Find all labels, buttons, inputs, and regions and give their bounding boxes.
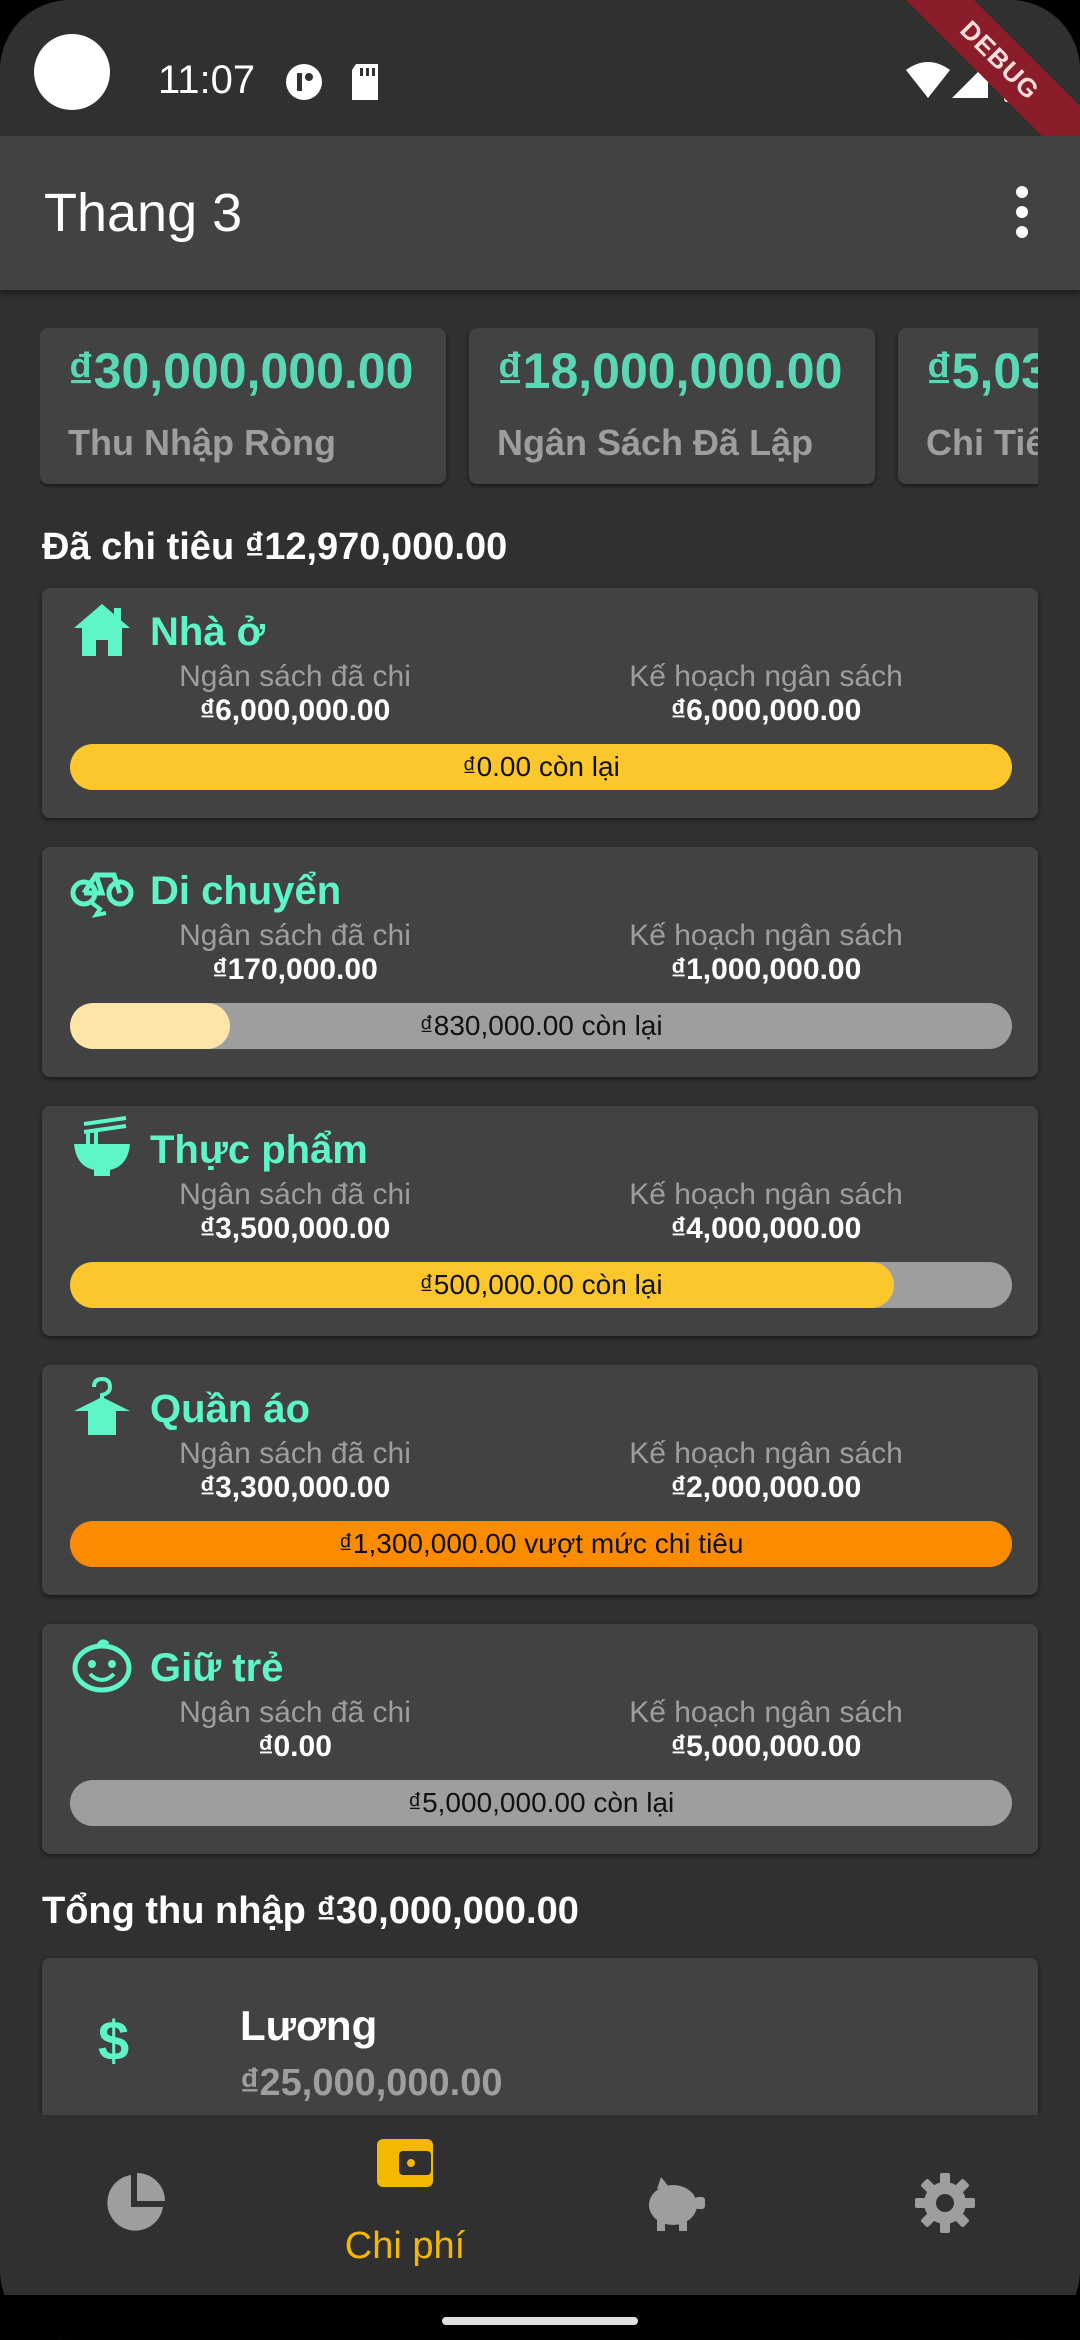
income-amount: ₫25,000,000.00: [240, 2062, 503, 2104]
bottom-navigation: Chi phí: [0, 2115, 1080, 2295]
phone-screen: 11:07 DEBUG Thang 3 ₫30,000,000.00 Thu N…: [0, 0, 1080, 2340]
status-time: 11:07: [158, 58, 256, 102]
category-name: Di chuyển: [150, 869, 342, 913]
nav-expenses[interactable]: Chi phí: [270, 2115, 540, 2295]
gesture-bar: [0, 2295, 1080, 2340]
wallet-icon: [377, 2139, 433, 2187]
main-scroll-content[interactable]: ₫30,000,000.00 Thu Nhập Ròng ₫18,000,000…: [0, 290, 1080, 2115]
category-card-transport[interactable]: Di chuyển Ngân sách đã chi ₫170,000.00 K…: [42, 847, 1038, 1077]
summary-amount: ₫30,000,000.00: [68, 343, 414, 399]
category-name: Thực phẩm: [150, 1128, 368, 1172]
spent-value: ₫6,000,000.00: [199, 694, 391, 727]
gear-icon: [915, 2173, 975, 2233]
net-income-card[interactable]: ₫30,000,000.00 Thu Nhập Ròng: [40, 328, 446, 484]
category-name: Giữ trẻ: [150, 1646, 284, 1690]
nav-savings[interactable]: [540, 2115, 810, 2295]
plan-label: Kế hoạch ngân sách: [629, 1178, 903, 1211]
baby-face-icon: [72, 1639, 132, 1693]
remaining-text: ₫5,000,000.00 còn lại: [407, 1787, 675, 1818]
camera-cutout: [34, 34, 110, 110]
app-bar: Thang 3: [0, 136, 1080, 290]
category-name: Nhà ở: [150, 610, 266, 654]
plan-label: Kế hoạch ngân sách: [629, 1437, 903, 1470]
budget-set-card[interactable]: ₫18,000,000.00 Ngân Sách Đã Lập: [469, 328, 875, 484]
noodle-bowl-icon: [74, 1116, 130, 1176]
spent-label: Ngân sách đã chi: [179, 1178, 411, 1211]
category-name: Quần áo: [150, 1387, 311, 1431]
plan-value: ₫2,000,000.00: [670, 1471, 862, 1504]
status-bar: 11:07 DEBUG: [0, 0, 1080, 184]
summary-carousel[interactable]: ₫30,000,000.00 Thu Nhập Ròng ₫18,000,000…: [40, 328, 1038, 488]
summary-label: Chi Tiê: [926, 422, 1038, 463]
summary-amount: ₫5,03: [926, 343, 1038, 399]
plan-value: ₫5,000,000.00: [670, 1730, 862, 1763]
plan-value: ₫1,000,000.00: [670, 953, 862, 986]
plan-label: Kế hoạch ngân sách: [629, 1696, 903, 1729]
more-vert-icon: [1016, 186, 1028, 198]
spent-card[interactable]: ₫5,03 Chi Tiê: [898, 328, 1038, 484]
home-indicator[interactable]: [442, 2317, 638, 2325]
spent-label: Ngân sách đã chi: [179, 1437, 411, 1470]
dollar-icon: $: [98, 2009, 130, 2072]
spent-heading: Đã chi tiêu ₫12,970,000.00: [42, 526, 508, 568]
piggy-bank-icon: [649, 2177, 705, 2231]
budget-progress-bar: ₫0.00 còn lại: [70, 744, 1012, 790]
remaining-text: ₫1,300,000.00 vượt mức chi tiêu: [338, 1528, 744, 1559]
summary-label: Ngân Sách Đã Lập: [497, 422, 814, 463]
house-icon: [74, 604, 130, 656]
income-heading: Tổng thu nhập ₫30,000,000.00: [42, 1890, 579, 1932]
pie-chart-icon: [107, 2173, 165, 2231]
spent-label: Ngân sách đã chi: [179, 660, 411, 693]
hanger-icon: [74, 1377, 130, 1435]
spent-label: Ngân sách đã chi: [179, 919, 411, 952]
summary-amount: ₫18,000,000.00: [497, 343, 843, 399]
category-card-childcare[interactable]: Giữ trẻ Ngân sách đã chi ₫0.00 Kế hoạch …: [42, 1624, 1038, 1854]
budget-progress-bar: ₫1,300,000.00 vượt mức chi tiêu: [70, 1521, 1012, 1567]
plan-label: Kế hoạch ngân sách: [629, 660, 903, 693]
nav-overview[interactable]: [0, 2115, 270, 2295]
plan-label: Kế hoạch ngân sách: [629, 919, 903, 952]
wifi-icon: [906, 62, 950, 98]
spent-value: ₫170,000.00: [212, 953, 378, 986]
budget-progress-bar: ₫500,000.00 còn lại: [70, 1262, 1012, 1308]
spent-value: ₫0.00: [258, 1730, 332, 1763]
nav-label: Chi phí: [344, 2225, 466, 2267]
spent-value: ₫3,300,000.00: [199, 1471, 391, 1504]
summary-label: Thu Nhập Ròng: [68, 422, 336, 463]
category-card-food[interactable]: Thực phẩm Ngân sách đã chi ₫3,500,000.00…: [42, 1106, 1038, 1336]
budget-progress-bar: ₫5,000,000.00 còn lại: [70, 1780, 1012, 1826]
remaining-text: ₫830,000.00 còn lại: [419, 1010, 663, 1041]
app-notification-icon: [286, 64, 322, 100]
spent-value: ₫3,500,000.00: [199, 1212, 391, 1245]
remaining-text: ₫500,000.00 còn lại: [419, 1269, 663, 1300]
bicycle-icon: [70, 872, 134, 918]
plan-value: ₫6,000,000.00: [670, 694, 862, 727]
remaining-text: ₫0.00 còn lại: [462, 751, 620, 782]
sd-card-icon: [352, 64, 378, 100]
more-options-button[interactable]: [986, 176, 1058, 248]
category-card-housing[interactable]: Nhà ở Ngân sách đã chi ₫6,000,000.00 Kế …: [42, 588, 1038, 818]
income-name: Lương: [240, 2002, 378, 2049]
budget-progress-bar: ₫830,000.00 còn lại: [70, 1003, 1012, 1049]
income-item-salary[interactable]: $ Lương ₫25,000,000.00: [42, 1958, 1038, 2115]
category-card-clothing[interactable]: Quần áo Ngân sách đã chi ₫3,300,000.00 K…: [42, 1365, 1038, 1595]
plan-value: ₫4,000,000.00: [670, 1212, 862, 1245]
nav-settings[interactable]: [810, 2115, 1080, 2295]
page-title: Thang 3: [44, 183, 243, 243]
spent-label: Ngân sách đã chi: [179, 1696, 411, 1729]
